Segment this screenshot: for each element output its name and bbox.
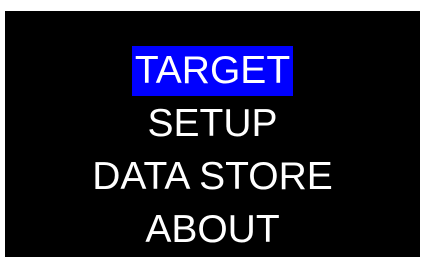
device-screen: TARGET SETUP DATA STORE ABOUT: [5, 11, 420, 257]
menu-item-setup[interactable]: SETUP: [144, 99, 280, 149]
menu-item-data-store[interactable]: DATA STORE: [89, 152, 336, 202]
main-menu: TARGET SETUP DATA STORE ABOUT: [5, 46, 420, 258]
menu-item-about[interactable]: ABOUT: [142, 205, 282, 255]
menu-item-target[interactable]: TARGET: [131, 46, 294, 96]
